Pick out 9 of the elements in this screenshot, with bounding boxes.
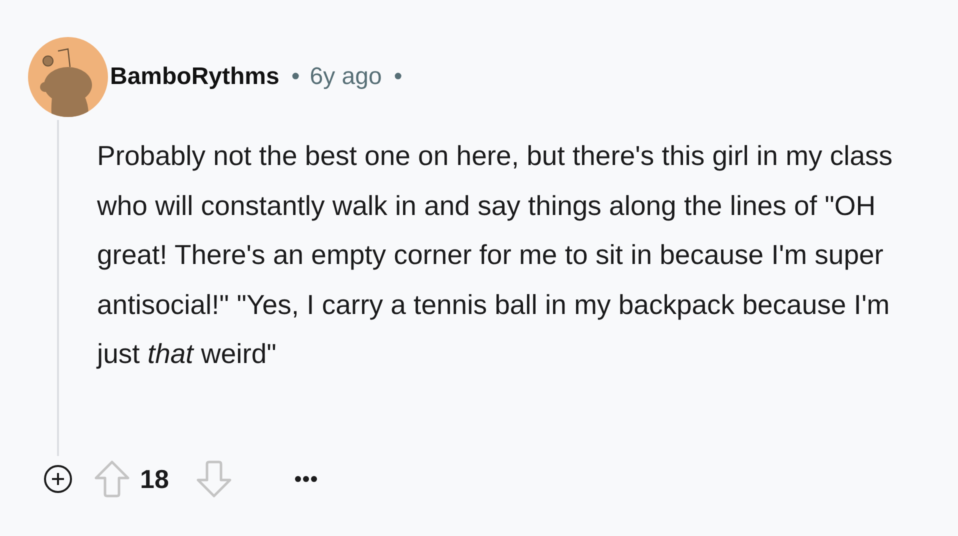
more-options-icon[interactable] [294, 475, 318, 483]
vote-count: 18 [140, 464, 169, 494]
avatar-icon [28, 37, 108, 117]
timestamp: 6y ago [310, 63, 382, 91]
expand-plus-icon[interactable] [43, 464, 73, 494]
username[interactable]: BamboRythms [110, 63, 280, 91]
comment-text: Probably not the best one on here, but there's this girl in my class who will constantly walk in and say things along the lines of "OH great! There's an empty corner for me to sit in because I'm super antisocial!" "Yes, I carry a tennis ball in my backpack because I'm just that weird" [97, 139, 894, 371]
separator-dot: • [291, 63, 300, 91]
separator-dot: • [394, 63, 402, 91]
